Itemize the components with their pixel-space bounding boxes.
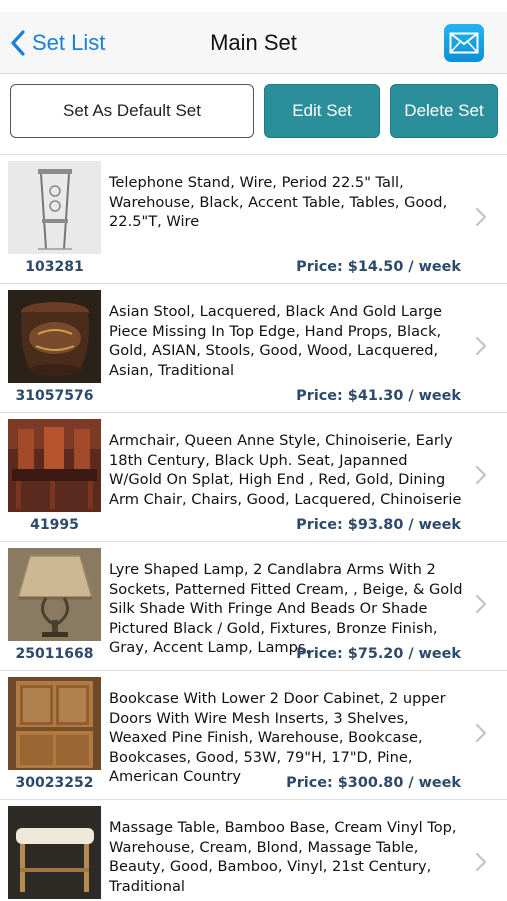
item-id: 41995 (30, 517, 79, 533)
list-item[interactable]: 25011668 Lyre Shaped Lamp, 2 Candlabra A… (0, 542, 507, 671)
chevron-left-icon (11, 30, 25, 56)
set-default-button[interactable]: Set As Default Set (10, 84, 254, 138)
item-description: Asian Stool, Lacquered, Black And Gold L… (109, 303, 442, 379)
massage-table-photo (8, 806, 101, 899)
item-price: Price: $14.50 / week (296, 259, 461, 275)
list-item[interactable]: 103281 Telephone Stand, Wire, Period 22.… (0, 155, 507, 284)
action-bar: Set As Default Set Edit Set Delete Set (0, 74, 507, 154)
lamp-photo (8, 548, 101, 641)
item-id: 31057576 (15, 388, 94, 404)
item-id: 30023252 (15, 775, 94, 791)
back-label: Set List (32, 30, 106, 55)
telephone-stand-photo (8, 161, 101, 254)
item-price: Price: $300.80 / week (286, 775, 461, 791)
navigation-bar: Set List Main Set (0, 12, 507, 74)
item-price: Price: $75.20 / week (296, 646, 461, 662)
item-description: Lyre Shaped Lamp, 2 Candlabra Arms With … (109, 561, 463, 657)
asian-stool-photo (8, 290, 101, 383)
list-item[interactable]: 30023252 Bookcase With Lower 2 Door Cabi… (0, 671, 507, 800)
item-price: Price: $93.80 / week (296, 517, 461, 533)
list-item[interactable]: Massage Table, Bamboo Base, Cream Vinyl … (0, 800, 507, 901)
item-description: Bookcase With Lower 2 Door Cabinet, 2 up… (109, 690, 446, 786)
back-button[interactable]: Set List (10, 26, 105, 60)
list-item[interactable]: 31057576 Asian Stool, Lacquered, Black A… (0, 284, 507, 413)
list-item[interactable]: 41995 Armchair, Queen Anne Style, Chinoi… (0, 413, 507, 542)
armchair-photo (8, 419, 101, 512)
chevron-right-icon (475, 465, 487, 485)
item-description: Armchair, Queen Anne Style, Chinoiserie,… (109, 432, 462, 508)
item-description: Massage Table, Bamboo Base, Cream Vinyl … (109, 819, 457, 895)
item-id: 103281 (25, 259, 84, 275)
envelope-icon (449, 32, 479, 54)
chevron-right-icon (475, 336, 487, 356)
chevron-right-icon (475, 207, 487, 227)
page-title: Main Set (210, 30, 297, 55)
delete-set-button[interactable]: Delete Set (390, 84, 498, 138)
chevron-right-icon (475, 852, 487, 872)
item-id: 25011668 (15, 646, 94, 662)
status-bar (0, 0, 507, 12)
item-description: Telephone Stand, Wire, Period 22.5" Tall… (109, 174, 448, 231)
chevron-right-icon (475, 594, 487, 614)
chevron-right-icon (475, 723, 487, 743)
item-list: 103281 Telephone Stand, Wire, Period 22.… (0, 154, 507, 901)
mail-button[interactable] (444, 24, 484, 62)
bookcase-photo (8, 677, 101, 770)
item-price: Price: $41.30 / week (296, 388, 461, 404)
edit-set-button[interactable]: Edit Set (264, 84, 380, 138)
